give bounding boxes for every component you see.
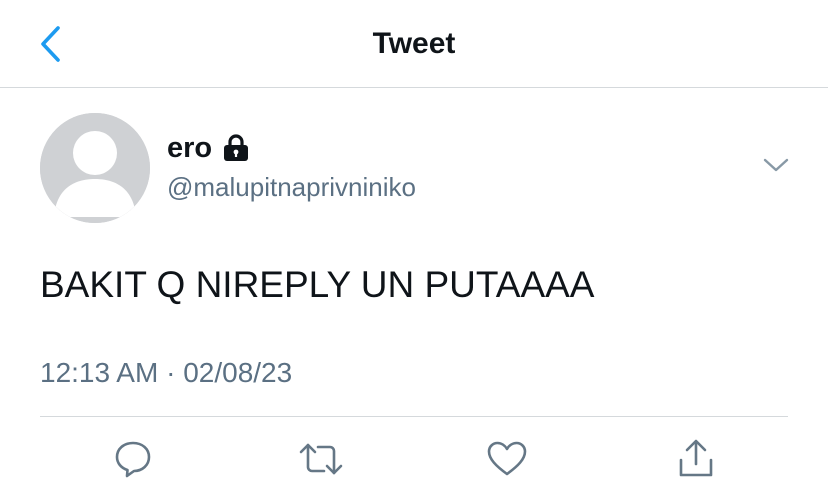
user-handle[interactable]: @malupitnaprivniniko bbox=[167, 170, 416, 204]
share-button[interactable] bbox=[671, 434, 721, 484]
page-title: Tweet bbox=[372, 27, 456, 60]
tweet-text: BAKIT Q NIREPLY UN PUTAAAA bbox=[40, 264, 595, 305]
divider bbox=[40, 416, 788, 417]
like-button[interactable] bbox=[482, 434, 532, 484]
timestamp-separator: · bbox=[166, 357, 176, 388]
tweet-time: 12:13 AM bbox=[40, 357, 159, 388]
retweet-icon bbox=[299, 443, 343, 475]
reply-button[interactable] bbox=[108, 434, 158, 484]
chevron-down-icon bbox=[763, 158, 789, 172]
retweet-button[interactable] bbox=[296, 434, 346, 484]
default-avatar-icon bbox=[40, 113, 150, 223]
author-name-row: ero bbox=[167, 130, 250, 166]
avatar[interactable] bbox=[40, 113, 150, 223]
navigation-bar: Tweet bbox=[0, 0, 828, 88]
more-options-button[interactable] bbox=[758, 150, 794, 180]
tweet-date: 02/08/23 bbox=[183, 357, 293, 388]
tweet-action-bar bbox=[0, 434, 828, 484]
display-name[interactable]: ero bbox=[167, 130, 212, 166]
share-icon bbox=[679, 439, 713, 477]
lock-icon bbox=[222, 133, 250, 163]
heart-icon bbox=[487, 441, 527, 476]
tweet-detail-screen: Tweet ero @malupitnaprivniniko BAKIT Q N… bbox=[0, 0, 828, 498]
tweet-timestamp: 12:13 AM · 02/08/23 bbox=[40, 355, 292, 391]
reply-icon bbox=[115, 441, 151, 478]
